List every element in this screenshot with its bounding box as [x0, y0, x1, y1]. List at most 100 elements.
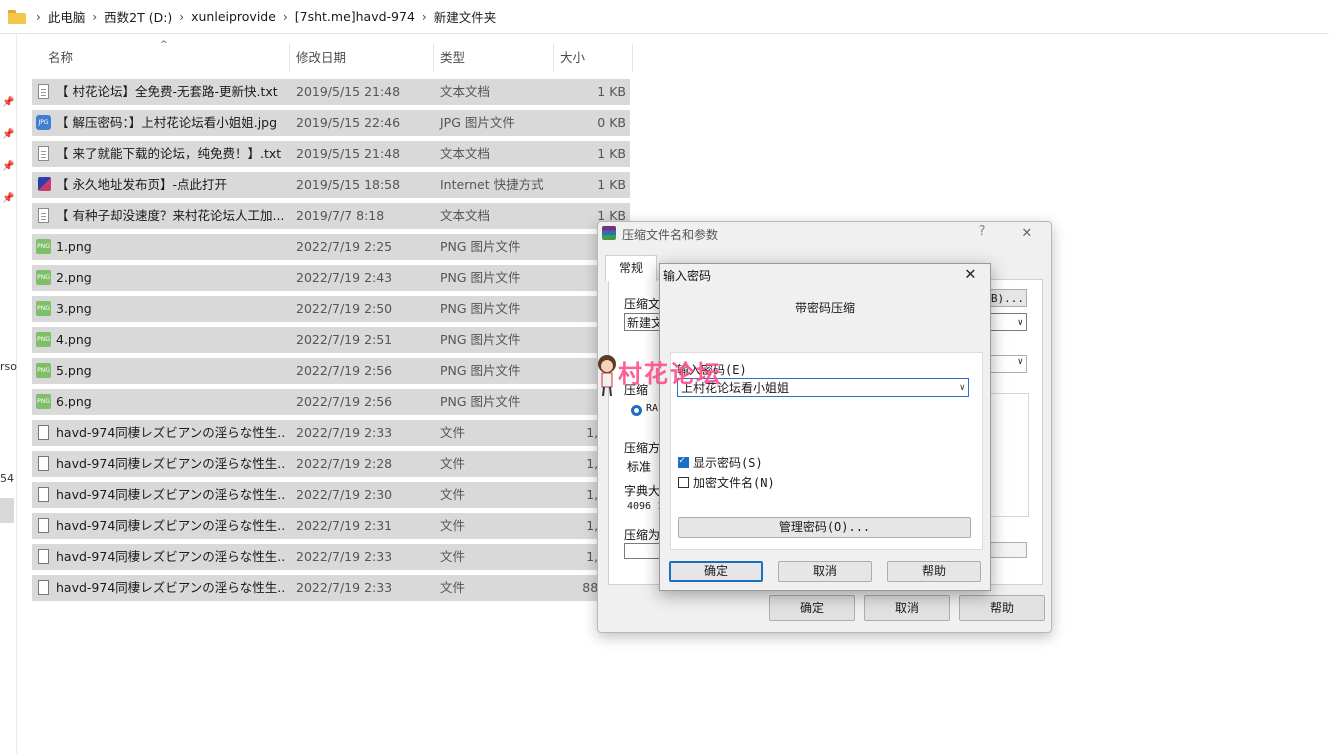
- text-doc-icon: [38, 146, 49, 161]
- breadcrumb-item-new-folder[interactable]: 新建文件夹: [434, 7, 497, 26]
- nav-item-fragment[interactable]: 54: [0, 472, 14, 485]
- file-name: havd-974同棲レズビアンの淫らな性生...: [56, 487, 284, 502]
- generic-file-icon: [38, 487, 49, 502]
- breadcrumb-item-this-pc[interactable]: 此电脑: [48, 7, 86, 26]
- split-size-input[interactable]: [624, 543, 660, 559]
- file-size: 1 KB: [597, 146, 626, 161]
- file-row[interactable]: havd-974同棲レズビアンの淫らな性生... 2022/7/19 2:33 文件…: [32, 420, 630, 446]
- dialog-title: 压缩文件名和参数: [622, 228, 719, 242]
- file-row[interactable]: PNG1.png2022/7/19 2:25PNG 图片文件1,57: [32, 234, 630, 260]
- folder-icon: [8, 9, 26, 24]
- dialog-heading: 带密码压缩: [794, 301, 855, 315]
- tab-general[interactable]: 常规: [605, 255, 657, 281]
- file-row[interactable]: PNG4.png2022/7/19 2:51PNG 图片文件1,46: [32, 327, 630, 353]
- show-password-checkbox[interactable]: [678, 455, 689, 468]
- pin-icon[interactable]: 📌: [2, 97, 14, 108]
- ok-button[interactable]: 确定: [669, 561, 763, 582]
- breadcrumb-item-havd[interactable]: [7sht.me]havd-974: [295, 9, 415, 24]
- file-row[interactable]: 【 永久地址发布页】-点此打开 2019/5/15 18:58 Internet 快…: [32, 172, 630, 198]
- dialog-title: 输入密码: [663, 269, 712, 283]
- ok-button[interactable]: 确定: [769, 595, 855, 621]
- file-row[interactable]: havd-974同棲レズビアンの淫らな性生... 2022/7/19 2:33 文件…: [32, 575, 630, 601]
- help-icon[interactable]: ?: [978, 224, 986, 239]
- chevron-down-icon[interactable]: ∨: [960, 379, 965, 398]
- nav-selected-item[interactable]: [0, 498, 14, 523]
- file-row[interactable]: PNG2.png2022/7/19 2:43PNG 图片文件80: [32, 265, 630, 291]
- close-icon[interactable]: ✕: [1022, 222, 1032, 241]
- file-date: 2022/7/19 2:56: [296, 363, 393, 378]
- manage-passwords-button[interactable]: 管理密码(O)...: [678, 517, 971, 538]
- file-row[interactable]: 【 有种子却没速度？来村花论坛人工加... 2019/7/7 8:18 文本文档 1 …: [32, 203, 630, 229]
- cancel-button[interactable]: 取消: [864, 595, 950, 621]
- text-doc-icon: [38, 84, 49, 99]
- chevron-down-icon[interactable]: ∨: [1018, 314, 1023, 332]
- text-doc-icon: [38, 208, 49, 223]
- set-password-field[interactable]: [989, 542, 1027, 558]
- file-row[interactable]: PNG5.png2022/7/19 2:56PNG 图片文件1,1: [32, 358, 630, 384]
- file-row[interactable]: havd-974同棲レズビアンの淫らな性生... 2022/7/19 2:28 文件…: [32, 451, 630, 477]
- chevron-right-icon[interactable]: ›: [283, 10, 288, 24]
- profile-dropdown[interactable]: ∨: [989, 355, 1027, 373]
- chevron-down-icon: ∨: [1017, 357, 1023, 367]
- format-rar-label: RA: [646, 403, 659, 414]
- pin-icon[interactable]: 📌: [2, 129, 14, 140]
- chevron-right-icon: ›: [36, 9, 41, 24]
- file-name: havd-974同棲レズビアンの淫らな性生...: [56, 580, 284, 595]
- file-row[interactable]: PNG3.png2022/7/19 2:50PNG 图片文件1,16: [32, 296, 630, 322]
- file-type: PNG 图片文件: [440, 363, 521, 378]
- png-image-icon: PNG: [36, 394, 51, 409]
- column-divider[interactable]: [632, 44, 633, 72]
- column-header-size[interactable]: 大小: [560, 44, 585, 72]
- browse-button[interactable]: B)...: [989, 289, 1027, 307]
- chevron-right-icon[interactable]: ›: [92, 10, 97, 24]
- file-size: 1 KB: [597, 177, 626, 192]
- watermark-text: 村花论坛: [618, 360, 722, 388]
- file-name: 5.png: [56, 363, 92, 378]
- file-row[interactable]: 【 来了就能下载的论坛，纯免费！】.txt 2019/5/15 21:48 文本文档…: [32, 141, 630, 167]
- column-header-name[interactable]: 名称: [48, 44, 73, 72]
- archive-name-label: 压缩文: [624, 297, 661, 311]
- column-divider[interactable]: [553, 44, 554, 72]
- close-icon[interactable]: ✕: [965, 263, 976, 284]
- file-row[interactable]: havd-974同棲レズビアンの淫らな性生... 2022/7/19 2:33 文件…: [32, 544, 630, 570]
- column-divider[interactable]: [289, 44, 290, 72]
- dictionary-value[interactable]: 4096 1: [627, 501, 663, 512]
- file-row[interactable]: JPG 【 解压密码：】上村花论坛看小姐姐.jpg 2019/5/15 22:46 J…: [32, 110, 630, 136]
- file-date: 2019/5/15 21:48: [296, 146, 401, 161]
- breadcrumb-item-drive[interactable]: 西数2T (D:): [104, 7, 172, 26]
- column-divider[interactable]: [433, 44, 434, 72]
- column-header-type[interactable]: 类型: [440, 44, 465, 72]
- file-name: havd-974同棲レズビアンの淫らな性生...: [56, 518, 284, 533]
- help-button[interactable]: 帮助: [959, 595, 1045, 621]
- file-name: 3.png: [56, 301, 92, 316]
- encrypt-filenames-checkbox[interactable]: [678, 477, 689, 488]
- nav-item-fragment[interactable]: rso: [0, 360, 17, 373]
- file-row[interactable]: havd-974同棲レズビアンの淫らな性生... 2022/7/19 2:30 文件…: [32, 482, 630, 508]
- help-button[interactable]: 帮助: [887, 561, 981, 582]
- file-row[interactable]: PNG6.png2022/7/19 2:56PNG 图片文件1,28: [32, 389, 630, 415]
- breadcrumb-item-xunleiprovide[interactable]: xunleiprovide: [191, 9, 276, 24]
- chevron-right-icon[interactable]: ›: [179, 10, 184, 24]
- chevron-right-icon[interactable]: ›: [422, 10, 427, 24]
- cancel-button[interactable]: 取消: [778, 561, 872, 582]
- file-row[interactable]: havd-974同棲レズビアンの淫らな性生... 2022/7/19 2:31 文件…: [32, 513, 630, 539]
- file-type: 文件: [440, 580, 466, 595]
- address-bar[interactable]: › 此电脑 › 西数2T (D:) › xunleiprovide › [7sh…: [0, 0, 1329, 34]
- png-image-icon: PNG: [36, 270, 51, 285]
- show-password-label[interactable]: 显示密码(S): [693, 454, 763, 471]
- sort-ascending-icon: ^: [160, 40, 168, 50]
- file-date: 2019/5/15 18:58: [296, 177, 401, 192]
- format-radio-rar[interactable]: [631, 405, 642, 416]
- method-value[interactable]: 标准: [627, 458, 651, 475]
- file-type: 文本文档: [440, 146, 491, 161]
- file-row[interactable]: 【 村花论坛】全免费-无套路-更新快.txt 2019/5/15 21:48 文本文…: [32, 79, 630, 105]
- file-size: 0 KB: [597, 115, 626, 130]
- pin-icon[interactable]: 📌: [2, 193, 14, 204]
- column-header-date[interactable]: 修改日期: [296, 44, 346, 72]
- encrypt-filenames-label[interactable]: 加密文件名(N): [693, 474, 775, 491]
- pin-icon[interactable]: 📌: [2, 161, 14, 172]
- png-image-icon: PNG: [36, 332, 51, 347]
- navigation-pane: 📌 📌 📌 📌 rso 54: [0, 33, 17, 754]
- generic-file-icon: [38, 425, 49, 440]
- file-type: PNG 图片文件: [440, 332, 521, 347]
